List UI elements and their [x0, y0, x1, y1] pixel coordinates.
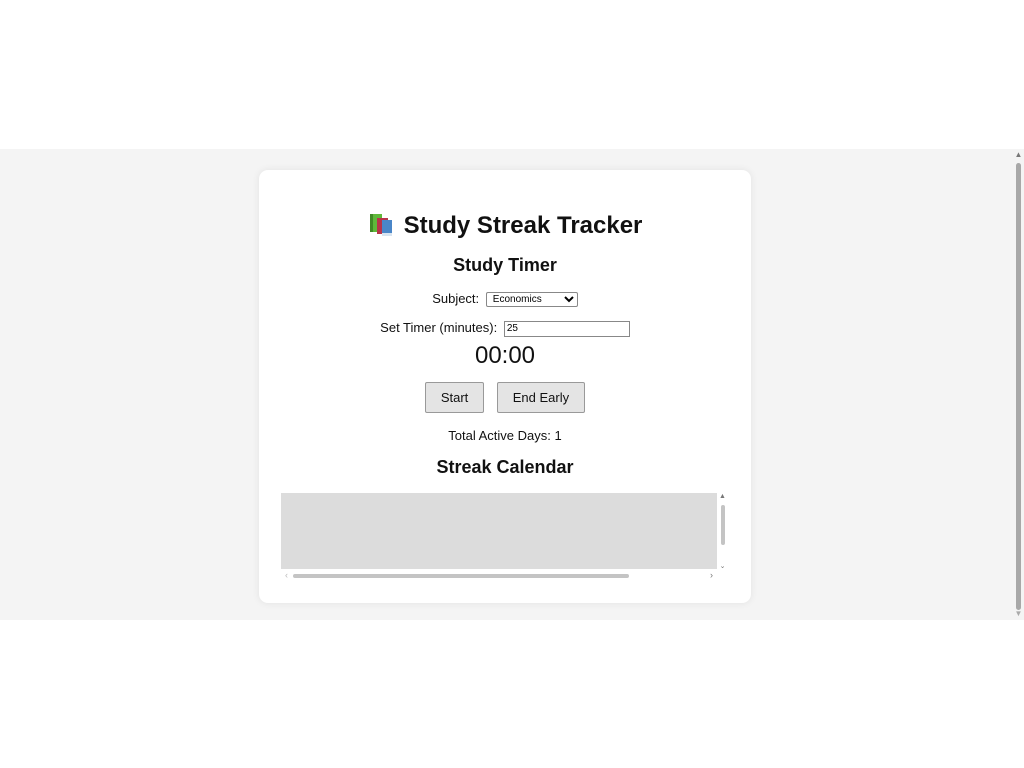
minutes-label: Set Timer (minutes): [380, 320, 498, 335]
streak-calendar[interactable] [281, 493, 717, 569]
books-icon [368, 212, 394, 238]
end-early-button[interactable]: End Early [496, 382, 586, 413]
chevron-down-icon[interactable]: ⌄ [717, 563, 728, 571]
page-scroll-thumb[interactable] [1016, 163, 1021, 610]
page-title-text: Study Streak Tracker [403, 212, 643, 239]
page-scroll-up-icon[interactable]: ▲ [1013, 149, 1024, 161]
page-viewport: Study Streak Tracker Study Timer Subject… [0, 149, 1024, 620]
tracker-card: Study Streak Tracker Study Timer Subject… [259, 170, 751, 603]
page-vertical-scrollbar[interactable]: ▲ ▼ [1013, 149, 1024, 620]
timer-controls: Start End Early [259, 382, 751, 413]
chevron-right-icon[interactable]: › [710, 570, 713, 581]
calendar-vertical-scroll-thumb[interactable] [721, 505, 725, 545]
streak-calendar-heading: Streak Calendar [436, 457, 574, 477]
study-timer-heading: Study Timer [453, 255, 557, 275]
page-scroll-down-icon[interactable]: ▼ [1013, 608, 1024, 620]
chevron-up-icon[interactable]: ▲ [717, 493, 728, 501]
subject-select[interactable]: Economics [485, 292, 578, 308]
subject-label: Subject: [432, 291, 480, 306]
calendar-vertical-scrollbar[interactable]: ▲ ⌄ [717, 493, 728, 571]
subject-row: Subject: Economics [259, 291, 751, 308]
calendar-horizontal-scrollbar[interactable]: ‹ › [281, 570, 717, 581]
timer-display: 00:00 [474, 342, 536, 369]
calendar-horizontal-scroll-thumb[interactable] [293, 574, 629, 578]
minutes-row: Set Timer (minutes): [259, 320, 751, 337]
total-active-days: Total Active Days: 1 [448, 428, 562, 443]
chevron-left-icon[interactable]: ‹ [285, 570, 288, 581]
page-title: Study Streak Tracker [259, 208, 751, 244]
start-button[interactable]: Start [424, 382, 485, 413]
minutes-input[interactable] [503, 320, 630, 337]
